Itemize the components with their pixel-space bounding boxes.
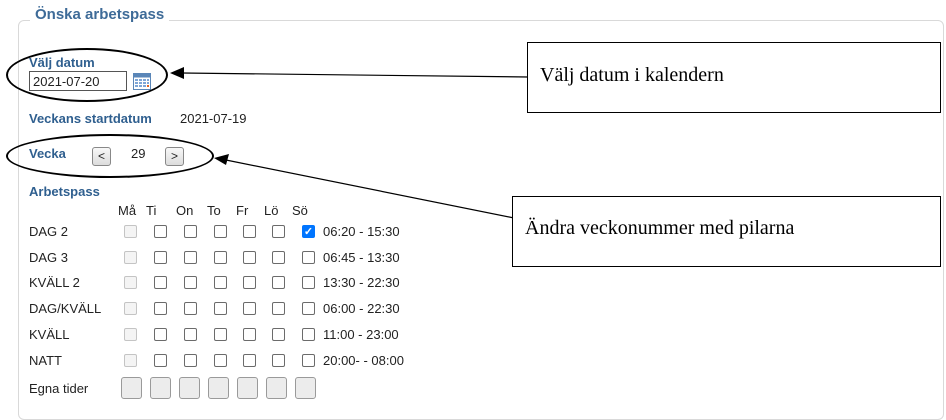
calendar-callout: Välj datum i kalendern (527, 42, 941, 113)
week-callout: Ändra veckonummer med pilarna (512, 196, 941, 267)
